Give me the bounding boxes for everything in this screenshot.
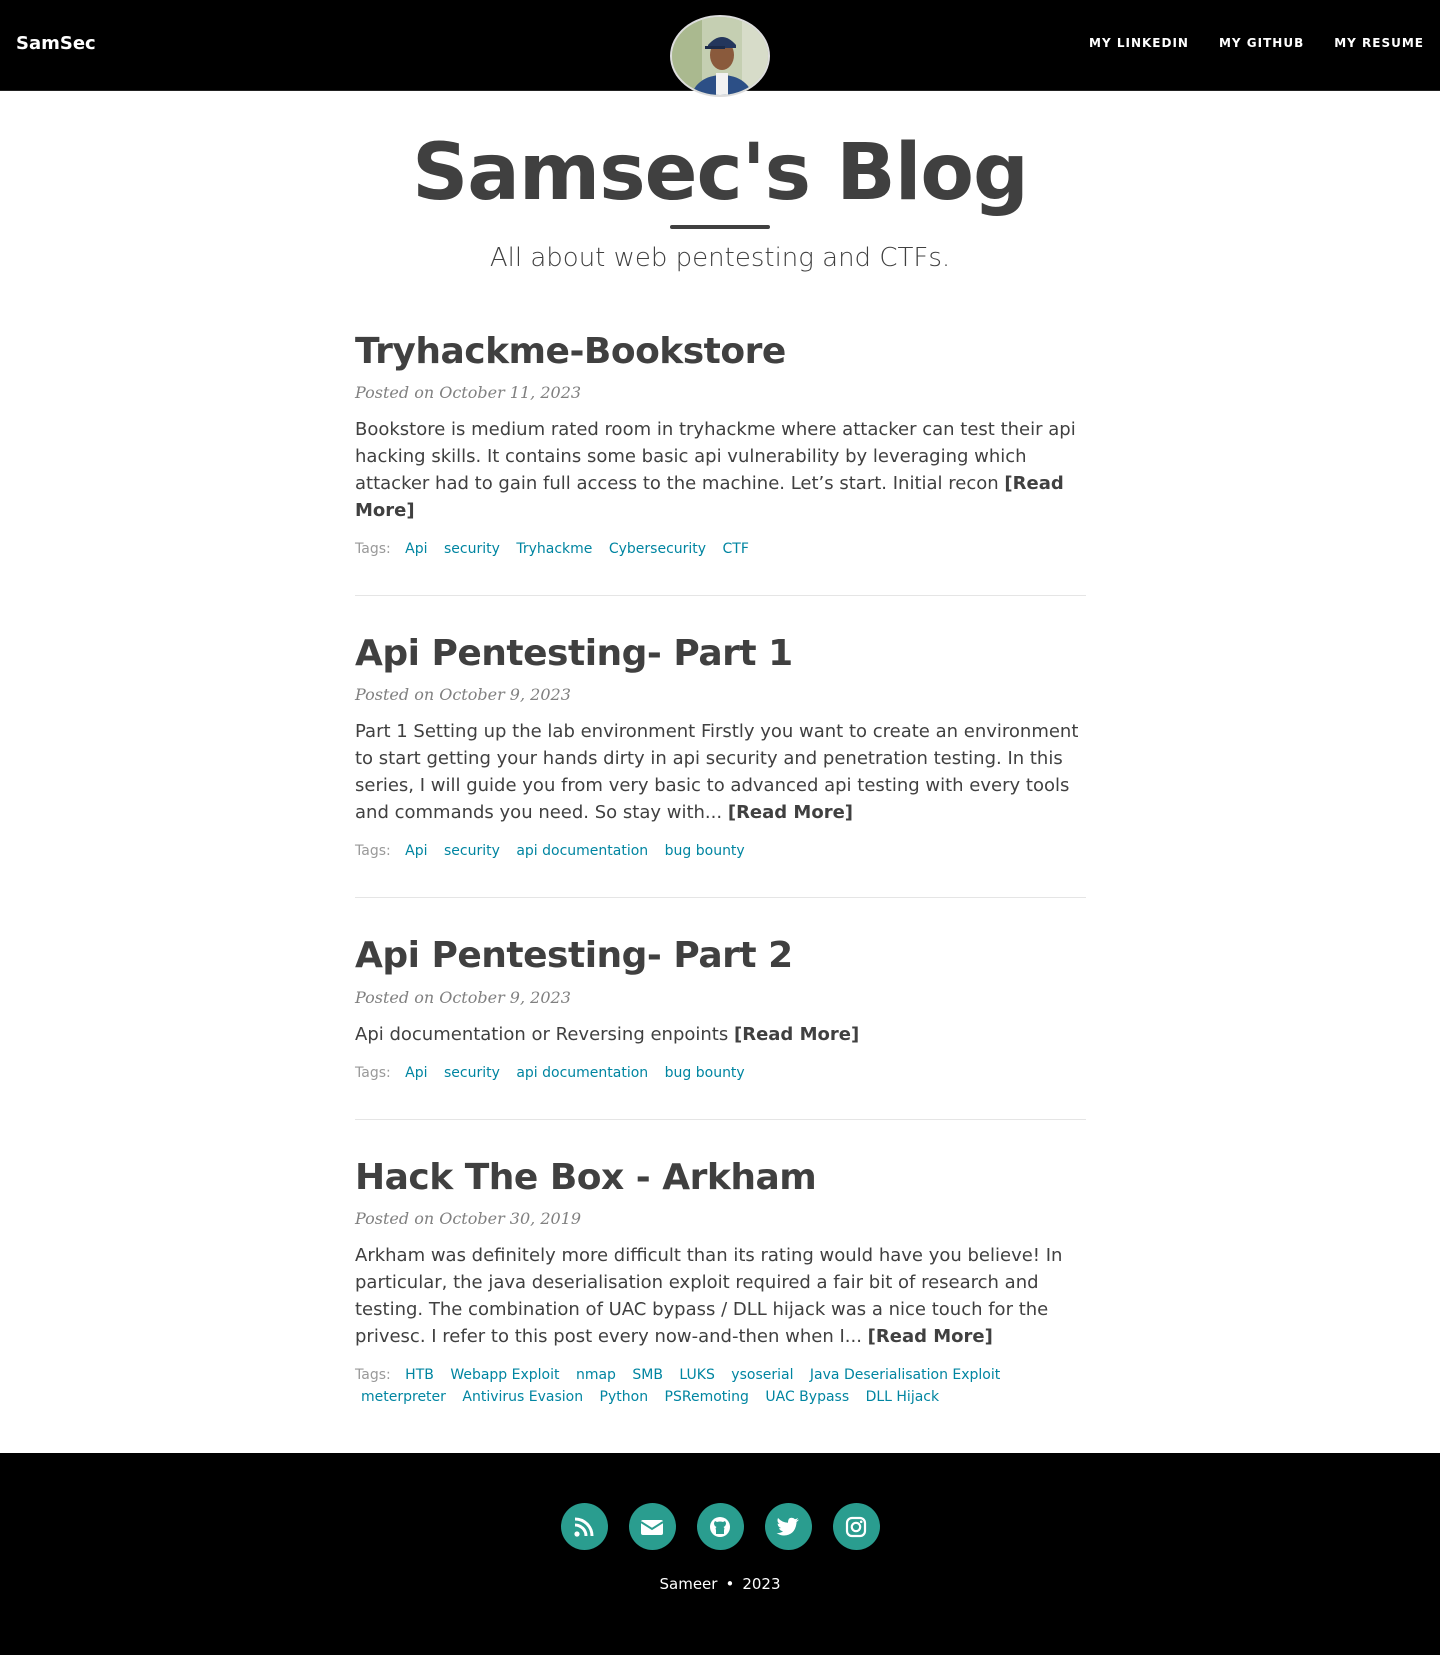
page-subtitle: All about web pentesting and CTFs. — [489, 242, 951, 273]
nav-github-link[interactable]: MY GITHUB — [1219, 36, 1304, 50]
tag-link[interactable]: Antivirus Evasion — [462, 1389, 583, 1405]
tag-link[interactable]: bug bounty — [665, 843, 745, 859]
title-divider — [670, 224, 770, 229]
footer: Sameer • 2023 — [0, 1453, 1440, 1655]
navbar: SamSec MY LINKEDIN MY GITHUB MY RESUME — [0, 0, 1440, 97]
post-excerpt: Arkham was definitely more difficult tha… — [355, 1242, 1086, 1350]
tag-link[interactable]: CTF — [723, 541, 749, 557]
nav-links: MY LINKEDIN MY GITHUB MY RESUME — [1089, 36, 1424, 50]
tag-link[interactable]: Cybersecurity — [609, 541, 706, 557]
tag-link[interactable]: security — [444, 843, 500, 859]
tag-link[interactable]: Api — [405, 541, 427, 557]
tag-link[interactable]: HTB — [405, 1367, 434, 1383]
tag-link[interactable]: PSRemoting — [665, 1389, 749, 1405]
post-title[interactable]: Tryhackme-Bookstore — [355, 330, 1086, 373]
page-title: Samsec's Blog — [412, 128, 1029, 218]
post-preview: Api Pentesting- Part 2 Posted on October… — [355, 934, 1086, 1120]
tags-label: Tags: — [355, 1366, 391, 1383]
post-title[interactable]: Api Pentesting- Part 2 — [355, 934, 1086, 977]
tag-link[interactable]: ysoserial — [731, 1367, 793, 1383]
tag-link[interactable]: security — [444, 1065, 500, 1081]
tag-link[interactable]: api documentation — [516, 1065, 648, 1081]
post-title[interactable]: Hack The Box - Arkham — [355, 1156, 1086, 1199]
post-excerpt-text: Part 1 Setting up the lab environment Fi… — [355, 721, 1079, 824]
post-tags: Tags: Api security Tryhackme Cybersecuri… — [355, 538, 1086, 560]
tag-link[interactable]: nmap — [576, 1367, 616, 1383]
read-more-link[interactable]: [Read More] — [728, 802, 853, 823]
post-tags: Tags: Api security api documentation bug… — [355, 1062, 1086, 1084]
tags-label: Tags: — [355, 541, 391, 558]
post-excerpt: Part 1 Setting up the lab environment Fi… — [355, 718, 1086, 826]
tag-link[interactable]: Python — [600, 1389, 649, 1405]
tag-link[interactable]: UAC Bypass — [765, 1389, 849, 1405]
post-excerpt-text: Api documentation or Reversing enpoints — [355, 1023, 729, 1045]
tag-link[interactable]: Tryhackme — [516, 541, 592, 557]
read-more-link[interactable]: [Read More] — [734, 1024, 859, 1045]
post-excerpt-text: Bookstore is medium rated room in tryhac… — [355, 419, 1076, 495]
twitter-icon[interactable] — [764, 1503, 812, 1550]
tags-label: Tags: — [355, 843, 391, 860]
read-more-link[interactable]: [Read More] — [868, 1326, 993, 1347]
footer-author: Sameer — [659, 1575, 718, 1593]
tag-link[interactable]: api documentation — [516, 843, 648, 859]
tags-label: Tags: — [355, 1064, 391, 1081]
post-excerpt: Api documentation or Reversing enpoints … — [355, 1021, 1086, 1048]
post-title[interactable]: Api Pentesting- Part 1 — [355, 632, 1086, 675]
tag-link[interactable]: security — [444, 541, 500, 557]
email-icon[interactable] — [628, 1503, 676, 1550]
tag-link[interactable]: Api — [405, 843, 427, 859]
brand-link[interactable]: SamSec — [16, 33, 96, 54]
post-meta: Posted on October 9, 2023 — [355, 987, 571, 1007]
post-tags: Tags: Api security api documentation bug… — [355, 840, 1086, 862]
nav-linkedin-link[interactable]: MY LINKEDIN — [1089, 36, 1189, 50]
post-excerpt: Bookstore is medium rated room in tryhac… — [355, 416, 1086, 524]
footer-year: 2023 — [742, 1575, 781, 1593]
footer-separator: • — [725, 1575, 735, 1593]
tag-link[interactable]: bug bounty — [665, 1065, 745, 1081]
post-tags: Tags: HTB Webapp Exploit nmap SMB LUKS y… — [355, 1364, 1086, 1408]
intro-header: Samsec's Blog All about web pentesting a… — [0, 91, 1440, 273]
tag-link[interactable]: Java Deserialisation Exploit — [810, 1367, 1000, 1383]
post-meta: Posted on October 11, 2023 — [355, 383, 582, 403]
post-meta: Posted on October 30, 2019 — [355, 1208, 582, 1228]
post-preview: Api Pentesting- Part 1 Posted on October… — [355, 632, 1086, 899]
instagram-icon[interactable] — [832, 1503, 880, 1550]
copyright: Sameer • 2023 — [0, 1575, 1440, 1593]
tag-link[interactable]: meterpreter — [361, 1389, 446, 1405]
tag-link[interactable]: DLL Hijack — [866, 1389, 940, 1405]
nav-resume-link[interactable]: MY RESUME — [1334, 36, 1424, 50]
tag-link[interactable]: LUKS — [679, 1367, 714, 1383]
tag-link[interactable]: Api — [405, 1065, 427, 1081]
post-preview: Hack The Box - Arkham Posted on October … — [355, 1156, 1086, 1443]
post-preview: Tryhackme-Bookstore Posted on October 11… — [355, 330, 1086, 597]
github-icon[interactable] — [696, 1503, 744, 1550]
social-links — [0, 1503, 1440, 1550]
avatar[interactable] — [670, 15, 770, 97]
post-list: Tryhackme-Bookstore Posted on October 11… — [355, 330, 1086, 1479]
post-meta: Posted on October 9, 2023 — [355, 685, 571, 705]
tag-link[interactable]: SMB — [632, 1367, 663, 1383]
rss-icon[interactable] — [560, 1503, 608, 1550]
tag-link[interactable]: Webapp Exploit — [450, 1367, 559, 1383]
